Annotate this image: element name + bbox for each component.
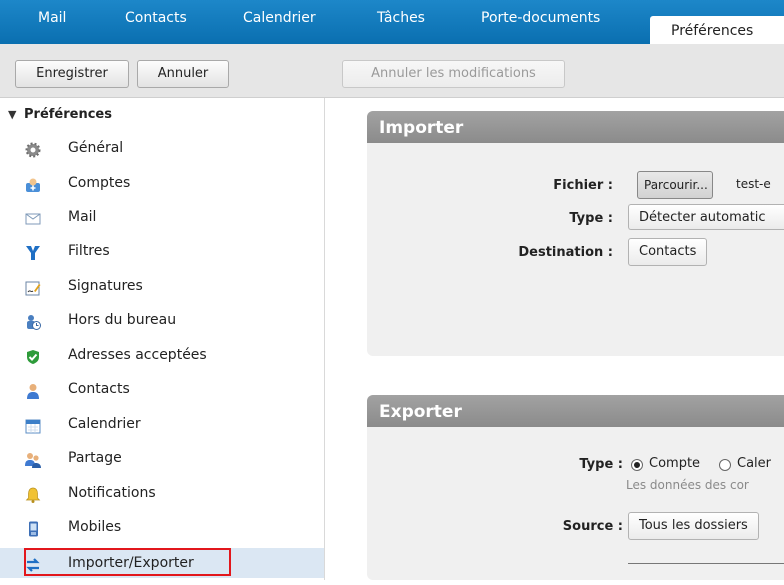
sidebar-item-out-of-office[interactable]: Hors du bureau [0, 305, 324, 335]
sidebar-item-contacts[interactable]: Contacts [0, 374, 324, 404]
sidebar-item-sharing[interactable]: Partage [0, 443, 324, 473]
bell-icon [25, 485, 41, 503]
sidebar-item-calendar[interactable]: Calendrier [0, 409, 324, 439]
sidebar-item-notifications[interactable]: Notifications [0, 478, 324, 508]
sidebar-item-label: Mail [68, 209, 97, 225]
export-panel-title: Exporter [367, 395, 784, 427]
export-type-calendar-label: Caler [737, 456, 771, 471]
app-tab-bar: Mail Contacts Calendrier Tâches Porte-do… [0, 0, 784, 44]
sidebar-header-label: Préférences [24, 107, 112, 122]
sidebar-header[interactable]: ▼ Préférences [0, 104, 324, 126]
filter-icon [25, 243, 41, 260]
sidebar-item-signatures[interactable]: Signatures [0, 271, 324, 301]
sidebar-item-label: Contacts [68, 381, 130, 397]
source-folders-button[interactable]: Tous les dossiers [628, 512, 759, 540]
calendar-icon [25, 416, 41, 434]
sidebar-item-accounts[interactable]: Comptes [0, 168, 324, 198]
sidebar-item-label: Hors du bureau [68, 312, 177, 328]
source-label: Source : [562, 519, 623, 534]
gear-icon [25, 140, 41, 158]
collapse-triangle-icon[interactable]: ▼ [8, 104, 16, 126]
export-type-label: Type : [579, 457, 623, 472]
export-type-calendar-radio[interactable] [719, 459, 731, 471]
sidebar-item-mobiles[interactable]: Mobiles [0, 512, 324, 542]
sidebar-item-label: Calendrier [68, 416, 141, 432]
preferences-sidebar: ▼ Préférences Général Comptes Mail Filtr… [0, 98, 325, 580]
file-label: Fichier : [553, 178, 613, 193]
import-panel-title: Importer [367, 111, 784, 143]
sidebar-item-import-export[interactable]: Importer/Exporter [0, 548, 324, 578]
destination-label: Destination : [518, 245, 613, 260]
contact-person-icon [25, 381, 41, 399]
sharing-icon [25, 450, 41, 468]
tab-calendar[interactable]: Calendrier [243, 0, 316, 44]
sidebar-item-filters[interactable]: Filtres [0, 236, 324, 266]
sidebar-item-label: Mobiles [68, 519, 122, 535]
tab-contacts[interactable]: Contacts [125, 0, 187, 44]
tab-preferences[interactable]: Préférences [650, 16, 784, 44]
export-type-account-label: Compte [649, 456, 701, 471]
out-of-office-icon [25, 312, 41, 330]
selected-file-name: test-e [736, 177, 771, 191]
sidebar-item-label: Général [68, 140, 124, 156]
import-panel: Importer Fichier : Parcourir... test-e T… [367, 111, 784, 356]
import-export-icon [25, 555, 41, 572]
destination-folder-button[interactable]: Contacts [628, 238, 708, 266]
sidebar-item-label: Filtres [68, 243, 110, 259]
cancel-button[interactable]: Annuler [137, 60, 229, 88]
import-type-select[interactable]: Détecter automatic [628, 204, 784, 230]
tab-briefcase[interactable]: Porte-documents [481, 0, 600, 44]
sidebar-item-mail[interactable]: Mail [0, 202, 324, 232]
export-type-hint: Les données des cor [626, 478, 749, 492]
sidebar-item-general[interactable]: Général [0, 133, 324, 163]
toolbar: Enregistrer Annuler Annuler les modifica… [0, 44, 784, 98]
tab-tasks[interactable]: Tâches [377, 0, 425, 44]
sidebar-item-label: Partage [68, 450, 122, 466]
shield-check-icon [25, 347, 41, 364]
browse-button[interactable]: Parcourir... [637, 171, 713, 199]
sidebar-item-label: Signatures [68, 278, 143, 294]
undo-changes-button[interactable]: Annuler les modifications [342, 60, 565, 88]
tab-mail[interactable]: Mail [38, 0, 66, 44]
signature-icon [25, 278, 41, 296]
envelope-icon [25, 209, 41, 225]
export-type-account-radio[interactable] [631, 459, 643, 471]
sidebar-item-label: Notifications [68, 485, 156, 501]
accounts-icon [25, 175, 41, 192]
mobile-phone-icon [25, 519, 41, 537]
sidebar-item-label: Importer/Exporter [68, 555, 194, 571]
export-panel: Exporter Type : Compte Caler Les données… [367, 395, 784, 580]
divider-line [628, 563, 784, 564]
sidebar-item-accepted-addresses[interactable]: Adresses acceptées [0, 340, 324, 370]
sidebar-item-label: Adresses acceptées [68, 347, 207, 363]
save-button[interactable]: Enregistrer [15, 60, 129, 88]
import-type-label: Type : [569, 211, 613, 226]
sidebar-item-label: Comptes [68, 175, 131, 191]
main-content: Importer Fichier : Parcourir... test-e T… [335, 98, 784, 580]
